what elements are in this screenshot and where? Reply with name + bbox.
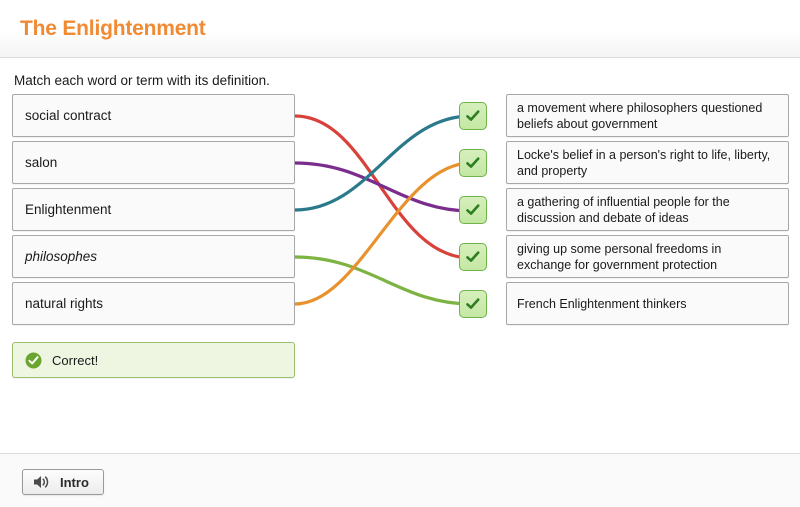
term-box-1[interactable]: social contract — [12, 94, 295, 137]
check-circle-icon — [25, 352, 42, 368]
definition-box-5[interactable]: French Enlightenment thinkers — [506, 282, 789, 325]
definition-box-2[interactable]: Locke's belief in a person's right to li… — [506, 141, 789, 184]
check-icon — [466, 298, 480, 309]
term-box-5[interactable]: natural rights — [12, 282, 295, 325]
definition-text: giving up some personal freedoms in exch… — [517, 241, 722, 272]
check-button-1[interactable] — [459, 102, 487, 130]
term-label: social contract — [25, 108, 112, 123]
definition-text: a gathering of influential people for th… — [517, 194, 730, 225]
page-title: The Enlightenment — [20, 17, 206, 40]
check-button-5[interactable] — [459, 290, 487, 318]
term-label: Enlightenment — [25, 202, 112, 217]
term-label: natural rights — [25, 296, 104, 311]
check-icon — [466, 204, 480, 215]
term-box-2[interactable]: salon — [12, 141, 295, 184]
instruction-text: Match each word or term with its definit… — [14, 73, 270, 88]
definition-text: Locke's belief in a person's right to li… — [517, 147, 771, 178]
feedback-text: Correct! — [52, 352, 99, 368]
term-box-4[interactable]: philosophes — [12, 235, 295, 278]
feedback-banner: Correct! — [12, 342, 295, 378]
check-button-2[interactable] — [459, 149, 487, 177]
term-label: philosophes — [25, 249, 98, 264]
page-footer: Intro — [0, 453, 800, 507]
check-icon — [466, 110, 480, 121]
check-button-3[interactable] — [459, 196, 487, 224]
term-box-3[interactable]: Enlightenment — [12, 188, 295, 231]
check-button-4[interactable] — [459, 243, 487, 271]
definition-box-1[interactable]: a movement where philosophers questioned… — [506, 94, 789, 137]
definition-box-3[interactable]: a gathering of influential people for th… — [506, 188, 789, 231]
page-header: The Enlightenment — [0, 0, 800, 58]
term-label: salon — [25, 155, 58, 170]
intro-label: Intro — [60, 474, 89, 490]
definition-text: a movement where philosophers questioned… — [517, 100, 763, 131]
intro-button[interactable]: Intro — [22, 469, 104, 495]
check-icon — [466, 251, 480, 262]
definition-box-4[interactable]: giving up some personal freedoms in exch… — [506, 235, 789, 278]
speaker-icon — [34, 476, 49, 488]
check-icon — [466, 157, 480, 168]
definition-text: French Enlightenment thinkers — [517, 296, 687, 311]
